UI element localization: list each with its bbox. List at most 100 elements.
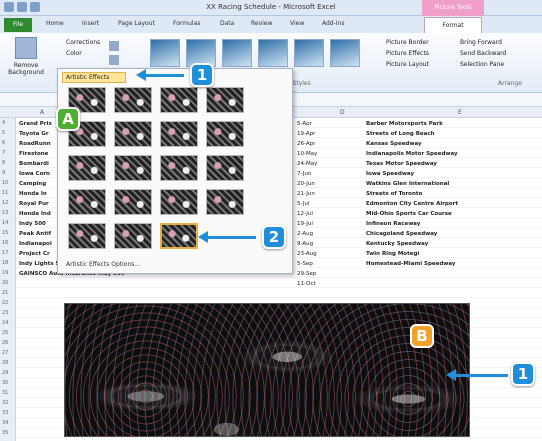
artistic-effect-thumb[interactable] (160, 121, 198, 147)
table-cell[interactable]: Watkins Glen International (366, 181, 449, 187)
change-picture-icon[interactable] (109, 55, 119, 65)
row-number[interactable]: 35 (2, 430, 8, 436)
picture-style-thumb[interactable] (258, 39, 288, 67)
table-cell[interactable]: Project Cr (19, 251, 50, 257)
picture-style-thumb[interactable] (150, 39, 180, 67)
tab-file[interactable]: File (4, 18, 32, 32)
table-cell[interactable]: Firestone (19, 151, 48, 157)
table-cell[interactable]: Iowa Speedway (366, 171, 414, 177)
table-cell[interactable]: Honda In (19, 191, 47, 197)
table-cell[interactable]: Bombardi (19, 161, 49, 167)
table-cell[interactable]: RoadRunn (19, 141, 51, 147)
row-number[interactable]: 26 (2, 340, 8, 346)
row-number[interactable]: 22 (2, 300, 8, 306)
row-number[interactable]: 8 (2, 160, 5, 166)
table-cell[interactable]: Toyota Gr (19, 131, 49, 137)
table-cell[interactable]: 21-Jun (297, 191, 315, 197)
picture-style-thumb[interactable] (294, 39, 324, 67)
table-cell[interactable]: Streets of Toronto (366, 191, 422, 197)
artistic-effects-options-link[interactable]: Artistic Effects Options... (66, 261, 140, 268)
table-cell[interactable]: 10-May (297, 151, 317, 157)
row-number[interactable]: 12 (2, 200, 8, 206)
tire-picture[interactable] (64, 303, 470, 437)
row-number[interactable]: 11 (2, 190, 8, 196)
artistic-effect-thumb[interactable] (114, 155, 152, 181)
table-cell[interactable]: 11-Oct (297, 281, 316, 287)
row-number[interactable]: 20 (2, 280, 8, 286)
row-number[interactable]: 19 (2, 270, 8, 276)
artistic-effect-thumb[interactable] (160, 155, 198, 181)
artistic-effect-thumb[interactable] (114, 223, 152, 249)
remove-background-button[interactable]: Remove Background (8, 37, 44, 87)
row-number[interactable]: 27 (2, 350, 8, 356)
table-cell[interactable]: 2-Aug (297, 231, 313, 237)
table-cell[interactable]: Peak Antif (19, 231, 51, 237)
table-cell[interactable]: Edmonton City Centre Airport (366, 201, 458, 207)
artistic-effect-thumb[interactable] (160, 87, 198, 113)
row-number[interactable]: 33 (2, 410, 8, 416)
artistic-effect-thumb[interactable] (68, 155, 106, 181)
corrections-button[interactable]: Corrections (66, 37, 100, 48)
row-number[interactable]: 23 (2, 310, 8, 316)
column-header-e[interactable]: E (458, 109, 462, 116)
tab-page-layout[interactable]: Page Layout (118, 20, 155, 27)
color-button[interactable]: Color (66, 48, 100, 59)
row-number[interactable]: 7 (2, 150, 5, 156)
artistic-effect-thumb[interactable] (206, 87, 244, 113)
table-cell[interactable]: 26-Apr (297, 141, 315, 147)
picture-styles-gallery[interactable] (150, 39, 360, 67)
table-cell[interactable]: Royal Pur (19, 201, 49, 207)
row-number[interactable]: 17 (2, 250, 8, 256)
table-cell[interactable]: Camping (19, 181, 46, 187)
tab-add-ins[interactable]: Add-Ins (322, 20, 344, 27)
artistic-effect-thumb[interactable] (206, 121, 244, 147)
row-number[interactable]: 28 (2, 360, 8, 366)
column-header-d[interactable]: D (340, 109, 345, 116)
table-cell[interactable]: Barber Motorsports Park (366, 121, 443, 127)
tab-format[interactable]: Format (424, 17, 482, 33)
row-number[interactable]: 14 (2, 220, 8, 226)
table-cell[interactable]: 19-Apr (297, 131, 315, 137)
tab-home[interactable]: Home (46, 20, 64, 27)
artistic-effect-thumb[interactable] (160, 189, 198, 215)
column-header-a[interactable]: A (40, 109, 44, 116)
row-number[interactable]: 4 (2, 120, 5, 126)
tab-insert[interactable]: Insert (82, 20, 99, 27)
row-number[interactable]: 9 (2, 170, 5, 176)
artistic-effects-button[interactable]: Artistic Effects (62, 72, 126, 83)
table-cell[interactable]: Indianapol (19, 241, 52, 247)
table-cell[interactable]: Indianapolis Motor Speedway (366, 151, 458, 157)
row-number[interactable]: 15 (2, 230, 8, 236)
table-cell[interactable]: 5-Apr (297, 121, 312, 127)
row-number[interactable]: 34 (2, 420, 8, 426)
bring-forward-button[interactable]: Bring Forward (460, 37, 506, 48)
table-cell[interactable]: Texas Motor Speedway (366, 161, 437, 167)
artistic-effect-thumb[interactable] (114, 121, 152, 147)
row-number[interactable]: 25 (2, 330, 8, 336)
artistic-effect-thumb[interactable] (206, 189, 244, 215)
table-cell[interactable]: Streets of Long Beach (366, 131, 435, 137)
picture-border-button[interactable]: Picture Border (386, 37, 429, 48)
table-cell[interactable]: 7-Jun (297, 171, 311, 177)
row-number[interactable]: 5 (2, 130, 5, 136)
row-number[interactable]: 32 (2, 400, 8, 406)
table-cell[interactable]: Indy 500 (19, 221, 46, 227)
table-cell[interactable]: Infineon Raceway (366, 221, 420, 227)
artistic-effect-glow-edges[interactable] (160, 223, 198, 249)
table-cell[interactable]: 12-Jul (297, 211, 313, 217)
row-number[interactable]: 16 (2, 240, 8, 246)
table-cell[interactable]: Twin Ring Motegi (366, 251, 419, 257)
tab-view[interactable]: View (290, 20, 304, 27)
row-number[interactable]: 24 (2, 320, 8, 326)
artistic-effect-thumb[interactable] (68, 223, 106, 249)
row-number[interactable]: 29 (2, 370, 8, 376)
selection-pane-button[interactable]: Selection Pane (460, 59, 506, 70)
table-cell[interactable]: 5-Sep (297, 261, 313, 267)
send-backward-button[interactable]: Send Backward (460, 48, 506, 59)
table-cell[interactable]: 5-Jul (297, 201, 309, 207)
row-number[interactable]: 6 (2, 140, 5, 146)
table-cell[interactable]: Kansas Speedway (366, 141, 422, 147)
tab-review[interactable]: Review (251, 20, 272, 27)
table-cell[interactable]: 23-Aug (297, 251, 317, 257)
table-cell[interactable]: Grand Prix (19, 121, 52, 127)
